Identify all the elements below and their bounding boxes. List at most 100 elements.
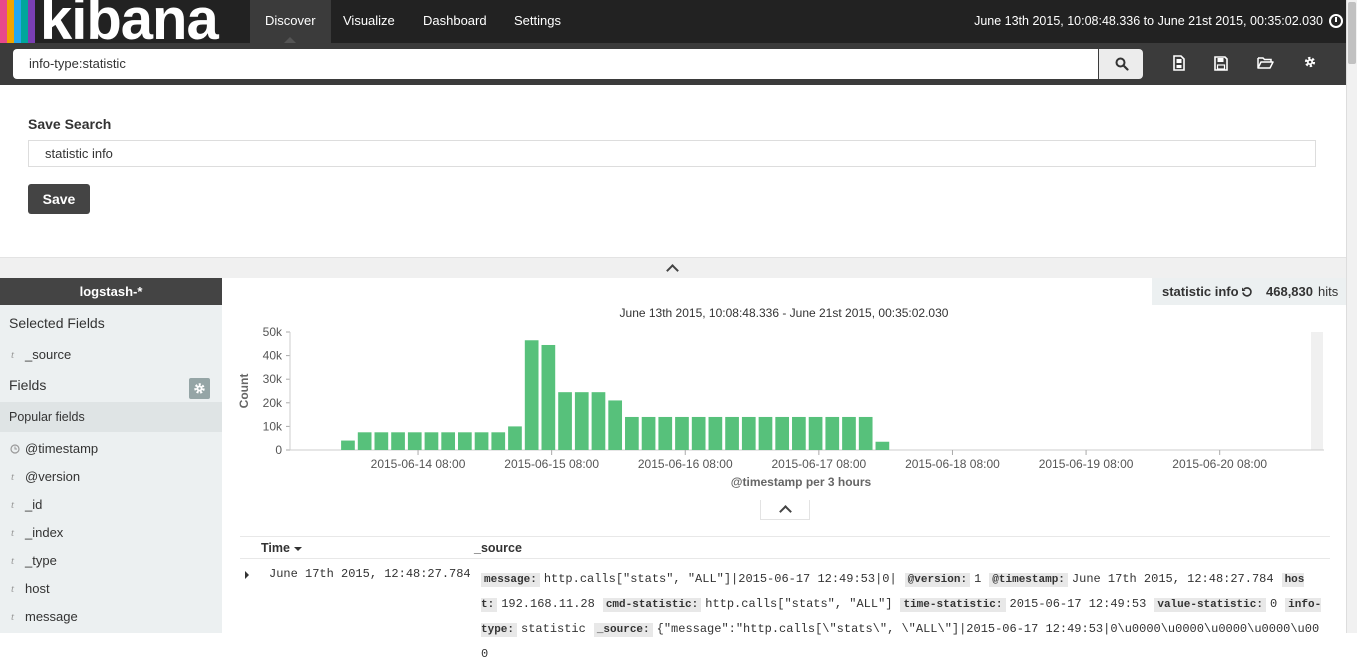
fields-heading: Fields bbox=[9, 377, 47, 393]
logo-stripe bbox=[7, 0, 14, 43]
search-bar: info-type:statistic bbox=[0, 43, 1347, 85]
source-field-value: 192.168.11.28 bbox=[501, 597, 595, 611]
histogram-bar bbox=[591, 392, 606, 450]
histogram-bar bbox=[691, 416, 706, 450]
histogram-bar bbox=[792, 416, 806, 450]
histogram-bar bbox=[491, 432, 506, 450]
save-icon bbox=[1214, 56, 1228, 71]
search-input[interactable]: info-type:statistic bbox=[13, 49, 1098, 79]
source-field-value: 1 bbox=[974, 572, 982, 586]
scrollbar-thumb[interactable] bbox=[1348, 2, 1356, 64]
source-field-key: @timestamp: bbox=[989, 573, 1068, 587]
save-button[interactable]: Save bbox=[28, 184, 90, 214]
tab-visualize[interactable]: Visualize bbox=[328, 0, 410, 43]
histogram-bar bbox=[641, 416, 656, 450]
histogram-bar bbox=[625, 416, 639, 450]
string-type-icon: t bbox=[11, 555, 15, 567]
hits-suffix: hits bbox=[1318, 284, 1339, 299]
logo-stripe bbox=[28, 0, 35, 43]
field-item[interactable]: _id bbox=[25, 497, 42, 512]
save-search-panel: Save Search statistic info Save bbox=[0, 85, 1347, 257]
histogram-bar bbox=[391, 432, 405, 450]
source-field-value: June 17th 2015, 12:48:27.784 bbox=[1071, 572, 1274, 586]
tab-settings[interactable]: Settings bbox=[499, 0, 576, 43]
x-tick-label: 2015-06-19 08:00 bbox=[1039, 457, 1134, 471]
field-item[interactable]: _source bbox=[25, 347, 71, 362]
top-nav: kibana Discover Visualize Dashboard Sett… bbox=[0, 0, 1347, 43]
selected-fields-heading: Selected Fields bbox=[9, 315, 105, 331]
new-search-icon bbox=[1173, 55, 1185, 71]
y-tick-label: 0 bbox=[275, 443, 282, 457]
field-settings-button[interactable] bbox=[189, 378, 210, 399]
open-search-button[interactable] bbox=[1257, 55, 1277, 73]
expand-row-icon[interactable] bbox=[245, 571, 249, 579]
x-tick-label: 2015-06-20 08:00 bbox=[1172, 457, 1267, 471]
field-item[interactable]: @timestamp bbox=[25, 441, 98, 456]
table-header-divider-top bbox=[240, 536, 1330, 537]
histogram-bar bbox=[725, 416, 739, 450]
time-range-picker[interactable]: June 13th 2015, 10:08:48.336 to June 21s… bbox=[974, 0, 1323, 42]
clock-icon[interactable] bbox=[1329, 14, 1343, 28]
save-search-button[interactable] bbox=[1214, 55, 1234, 73]
clock-icon bbox=[10, 444, 20, 454]
save-search-name-input[interactable]: statistic info bbox=[28, 140, 1316, 167]
histogram-bar bbox=[341, 440, 355, 450]
source-field-key: _source: bbox=[593, 623, 653, 637]
histogram-bar bbox=[658, 416, 673, 450]
gear-icon bbox=[1304, 56, 1316, 68]
search-icon bbox=[1115, 57, 1129, 71]
source-field-key: @version: bbox=[904, 573, 971, 587]
histogram-bar bbox=[808, 416, 823, 450]
y-tick-label: 30k bbox=[263, 372, 283, 386]
tab-dashboard[interactable]: Dashboard bbox=[408, 0, 502, 43]
x-tick-label: 2015-06-18 08:00 bbox=[905, 457, 1000, 471]
source-field-value: 2015-06-17 12:49:53 bbox=[1009, 597, 1147, 611]
table-header-divider bbox=[240, 558, 1330, 559]
open-folder-icon bbox=[1257, 57, 1274, 69]
logo-stripe bbox=[14, 0, 21, 43]
histogram-bar bbox=[608, 400, 623, 450]
chevron-up-icon bbox=[666, 264, 679, 277]
histogram-chart: 0 10k 20k 30k 40k 50k 2015-06-14 08:00 2015-06-… bbox=[237, 325, 1324, 489]
row-time: June 17th 2015, 12:48:27.784 bbox=[269, 567, 471, 581]
histogram-bar bbox=[441, 432, 456, 450]
y-tick-label: 40k bbox=[263, 349, 283, 363]
new-search-button[interactable] bbox=[1172, 55, 1192, 73]
source-column-header: _source bbox=[474, 541, 522, 555]
histogram-bar bbox=[675, 416, 689, 450]
source-field-value: http.calls["stats", "ALL"] bbox=[705, 597, 893, 611]
histogram-bar bbox=[708, 416, 723, 450]
x-axis-label: @timestamp per 3 hours bbox=[731, 475, 872, 489]
kibana-logo[interactable]: kibana bbox=[0, 0, 250, 43]
logo-stripe bbox=[0, 0, 7, 43]
chart-title: June 13th 2015, 10:08:48.336 - June 21st… bbox=[619, 306, 949, 320]
chart-edge-band bbox=[1311, 332, 1323, 450]
histogram-bar bbox=[357, 432, 372, 450]
field-item[interactable]: @version bbox=[25, 469, 80, 484]
sort-desc-icon[interactable] bbox=[293, 546, 302, 551]
logo-text: kibana bbox=[40, 0, 219, 43]
reset-icon[interactable] bbox=[1241, 286, 1253, 298]
index-pattern-selector[interactable]: logstash-* bbox=[0, 278, 222, 305]
time-column-header[interactable]: Time bbox=[261, 541, 302, 555]
field-item[interactable]: host bbox=[25, 581, 50, 596]
string-type-icon: t bbox=[11, 611, 15, 623]
collapse-chart-toggle[interactable] bbox=[760, 500, 810, 520]
histogram-bar bbox=[541, 344, 556, 450]
tab-discover[interactable]: Discover bbox=[250, 0, 331, 43]
field-item[interactable]: _type bbox=[25, 553, 57, 568]
chevron-up-icon bbox=[779, 505, 792, 518]
histogram-bar bbox=[858, 416, 873, 450]
popular-fields-heading: Popular fields bbox=[9, 410, 85, 424]
collapse-config-toggle[interactable] bbox=[0, 257, 1347, 278]
histogram-bar bbox=[424, 432, 439, 450]
field-item[interactable]: message bbox=[25, 609, 78, 624]
page-scrollbar[interactable] bbox=[1346, 0, 1357, 633]
histogram-bar bbox=[407, 432, 422, 450]
saved-search-name: statistic info bbox=[1162, 284, 1239, 299]
settings-button[interactable] bbox=[1303, 55, 1323, 73]
logo-stripe bbox=[21, 0, 28, 43]
source-field-value: 0 bbox=[1269, 597, 1278, 611]
search-button[interactable] bbox=[1099, 49, 1143, 79]
field-item[interactable]: _index bbox=[25, 525, 63, 540]
